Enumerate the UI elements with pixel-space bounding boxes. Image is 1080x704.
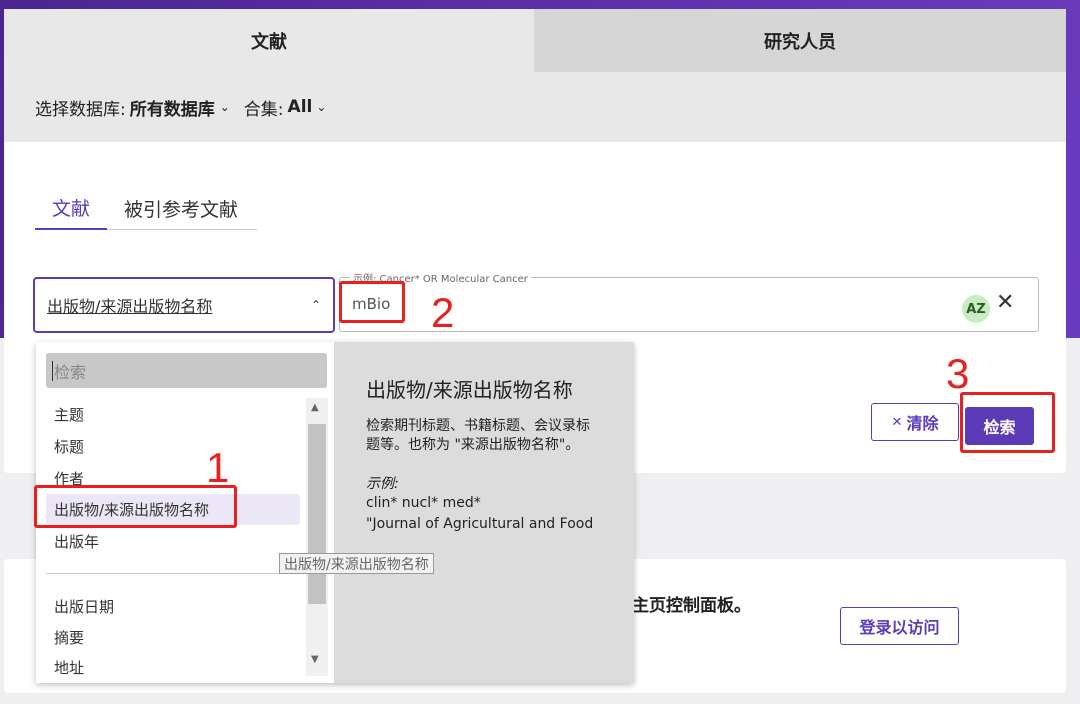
- close-icon: ✕: [891, 414, 903, 430]
- sub-tabs: 文献 被引参考文献: [35, 187, 257, 230]
- annotation-box-2: [339, 281, 405, 323]
- database-row: 选择数据库: 所有数据库 ⌄ 合集: All ⌄: [4, 72, 1066, 142]
- field-select[interactable]: 出版物/来源出版物名称 ⌃: [33, 277, 335, 333]
- tab-cited-references[interactable]: 被引参考文献: [107, 187, 255, 229]
- field-info-panel: 出版物/来源出版物名称 检索期刊标题、书籍标题、会议录标题等。也称为 "来源出版…: [334, 342, 634, 683]
- chevron-down-icon[interactable]: ⌄: [316, 100, 326, 114]
- collection-select[interactable]: All: [288, 97, 313, 117]
- annotation-number-1: 1: [206, 444, 230, 491]
- login-button[interactable]: 登录以访问: [840, 607, 959, 645]
- chevron-up-icon: ⌃: [310, 298, 321, 312]
- tooltip: 出版物/来源出版物名称: [279, 553, 434, 574]
- dropdown-search-input[interactable]: 检索: [46, 353, 327, 388]
- collection-label: 合集:: [243, 99, 284, 120]
- tab-researchers[interactable]: 研究人员: [534, 9, 1066, 72]
- clear-button[interactable]: ✕ 清除: [871, 403, 959, 441]
- az-icon[interactable]: AZ: [962, 295, 990, 323]
- field-select-value: 出版物/来源出版物名称: [47, 297, 213, 316]
- database-select[interactable]: 所有数据库: [130, 95, 215, 120]
- scroll-down-icon[interactable]: ▼: [311, 654, 319, 665]
- list-item[interactable]: 地址: [46, 653, 300, 681]
- dropdown-search-placeholder: 检索: [54, 362, 87, 382]
- example-line: "Journal of Agricultural and Food: [366, 516, 594, 532]
- top-tabs: 文献 研究人员: [4, 9, 1066, 72]
- scrollbar[interactable]: ▲ ▼: [306, 398, 328, 676]
- list-item[interactable]: 摘要: [46, 622, 300, 653]
- scrollbar-thumb[interactable]: [308, 424, 326, 604]
- divider: [46, 573, 300, 574]
- annotation-number-3: 3: [946, 350, 970, 397]
- list-item[interactable]: 出版年: [46, 526, 300, 557]
- annotation-box-3: [960, 392, 1055, 453]
- list-item[interactable]: 出版日期: [46, 591, 300, 622]
- info-description: 检索期刊标题、书籍标题、会议录标题等。也称为 "来源出版物名称"。: [366, 418, 590, 453]
- list-item[interactable]: 标题: [46, 431, 300, 462]
- database-label: 选择数据库:: [35, 99, 126, 120]
- annotation-number-2: 2: [431, 289, 455, 336]
- list-item[interactable]: 主题: [46, 399, 300, 430]
- tab-documents[interactable]: 文献: [4, 9, 534, 72]
- close-icon[interactable]: ✕: [996, 290, 1014, 315]
- scroll-up-icon[interactable]: ▲: [311, 402, 319, 413]
- example-label: 示例:: [366, 476, 399, 492]
- clear-label: 清除: [906, 414, 939, 433]
- tab-documents-sub[interactable]: 文献: [35, 187, 108, 230]
- info-title: 出版物/来源出版物名称: [366, 378, 573, 402]
- text-caret: [52, 360, 53, 381]
- chevron-down-icon[interactable]: ⌄: [220, 100, 230, 114]
- dashboard-message: 主页控制面板。: [632, 596, 751, 616]
- example-line: clin* nucl* med*: [366, 495, 481, 511]
